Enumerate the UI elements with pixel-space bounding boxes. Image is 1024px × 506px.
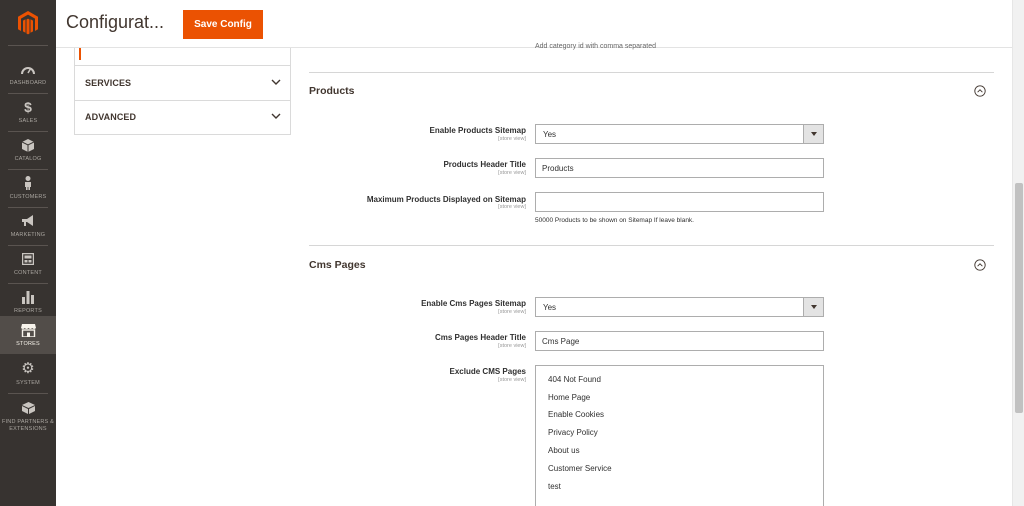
layout-icon <box>22 251 34 267</box>
nav-label: CATALOG <box>14 156 42 162</box>
cms-header-title-input[interactable] <box>535 331 824 351</box>
box-icon <box>21 400 35 416</box>
config-tabs-panel: SERVICES ADVANCED <box>74 48 291 135</box>
nav-item-content[interactable]: CONTENT <box>0 245 56 283</box>
caret-down-icon <box>810 305 817 309</box>
multiselect-option[interactable]: 404 Not Found <box>548 375 601 384</box>
dashboard-icon <box>21 61 35 77</box>
field-note-category-ids: Add category id with comma separated <box>535 43 657 50</box>
multiselect-option[interactable]: About us <box>548 446 580 455</box>
scrollbar-thumb[interactable] <box>1015 183 1023 413</box>
field-label-enable-cms-sitemap: Enable Cms Pages Sitemap <box>421 299 526 308</box>
person-icon <box>23 175 33 191</box>
collapse-section-icon[interactable] <box>974 259 986 271</box>
exclude-cms-pages-multiselect[interactable]: 404 Not Found Home Page Enable Cookies P… <box>535 365 824 506</box>
field-scope: [store view] <box>498 170 526 176</box>
section-divider <box>309 72 994 73</box>
section-title-cms-pages[interactable]: Cms Pages <box>309 259 366 271</box>
field-scope: [store view] <box>498 377 526 383</box>
dollar-icon: $ <box>24 99 32 115</box>
multiselect-option[interactable]: test <box>548 482 561 491</box>
multiselect-option[interactable]: Privacy Policy <box>548 428 598 437</box>
field-label-cms-header-title: Cms Pages Header Title <box>434 333 526 342</box>
field-note-max-products: 50000 Products to be shown on Sitemap If… <box>535 217 694 224</box>
select-value: Yes <box>543 303 557 312</box>
storefront-icon <box>20 322 36 338</box>
dropdown-button[interactable] <box>803 298 823 316</box>
magento-logo-icon <box>18 11 38 35</box>
section-divider <box>309 245 994 246</box>
nav-divider <box>8 45 48 46</box>
field-scope: [store view] <box>498 343 526 349</box>
field-scope: [store view] <box>498 204 526 210</box>
nav-label: CUSTOMERS <box>9 194 47 200</box>
collapse-section-icon[interactable] <box>974 85 986 97</box>
tab-item-partial[interactable] <box>75 48 290 66</box>
tab-group-label: ADVANCED <box>85 112 137 122</box>
tab-group-advanced[interactable]: ADVANCED <box>75 100 290 134</box>
tab-group-services[interactable]: SERVICES <box>75 66 290 100</box>
nav-label: FIND PARTNERS & EXTENSIONS <box>2 418 54 432</box>
field-label-max-products: Maximum Products Displayed on Sitemap <box>366 195 526 204</box>
dropdown-button[interactable] <box>803 125 823 143</box>
gear-icon: ⚙ <box>21 360 35 377</box>
select-value: Yes <box>543 130 557 139</box>
multiselect-option[interactable]: Enable Cookies <box>548 410 604 419</box>
save-config-button[interactable]: Save Config <box>183 10 263 39</box>
nav-label: STORES <box>16 341 40 347</box>
section-title-products[interactable]: Products <box>309 85 355 97</box>
field-label-enable-products-sitemap: Enable Products Sitemap <box>429 126 526 135</box>
nav-item-customers[interactable]: CUSTOMERS <box>0 169 56 207</box>
nav-label: DASHBOARD <box>9 80 47 86</box>
nav-item-stores[interactable]: STORES <box>0 316 56 354</box>
nav-item-dashboard[interactable]: DASHBOARD <box>0 55 56 93</box>
nav-label: SYSTEM <box>16 380 40 386</box>
page-scrollbar[interactable] <box>1012 0 1024 506</box>
nav-label: SALES <box>18 118 38 124</box>
nav-label: CONTENT <box>14 270 42 276</box>
caret-down-icon <box>810 132 817 136</box>
nav-divider <box>8 393 48 394</box>
multiselect-option[interactable]: Customer Service <box>548 464 612 473</box>
nav-item-partners[interactable]: FIND PARTNERS & EXTENSIONS <box>0 396 56 436</box>
nav-label: MARKETING <box>10 232 46 238</box>
magento-logo[interactable] <box>0 0 56 46</box>
nav-item-marketing[interactable]: MARKETING <box>0 207 56 245</box>
nav-label: REPORTS <box>14 308 42 314</box>
nav-item-system[interactable]: ⚙ SYSTEM <box>0 355 56 393</box>
field-scope: [store view] <box>498 309 526 315</box>
bar-chart-icon <box>22 289 34 305</box>
products-header-title-input[interactable] <box>535 158 824 178</box>
page-title: Configurat... <box>66 12 165 32</box>
max-products-input[interactable] <box>535 192 824 212</box>
enable-cms-sitemap-select[interactable]: Yes <box>535 297 824 317</box>
field-label-products-header-title: Products Header Title <box>443 160 526 169</box>
active-tab-indicator <box>79 48 81 60</box>
page-header: Configurat... Save Config <box>56 0 1012 48</box>
enable-products-sitemap-select[interactable]: Yes <box>535 124 824 144</box>
tab-group-label: SERVICES <box>85 78 132 88</box>
megaphone-icon <box>21 213 35 229</box>
field-label-exclude-cms-pages: Exclude CMS Pages <box>449 367 526 376</box>
chevron-down-icon <box>271 113 281 119</box>
multiselect-option[interactable]: Home Page <box>548 393 590 402</box>
chevron-down-icon <box>271 79 281 85</box>
admin-sidebar: DASHBOARD $ SALES CATALOG CUSTOMERS MARK… <box>0 0 56 506</box>
cube-icon <box>22 137 34 153</box>
field-scope: [store view] <box>498 136 526 142</box>
nav-item-sales[interactable]: $ SALES <box>0 93 56 131</box>
nav-item-catalog[interactable]: CATALOG <box>0 131 56 169</box>
